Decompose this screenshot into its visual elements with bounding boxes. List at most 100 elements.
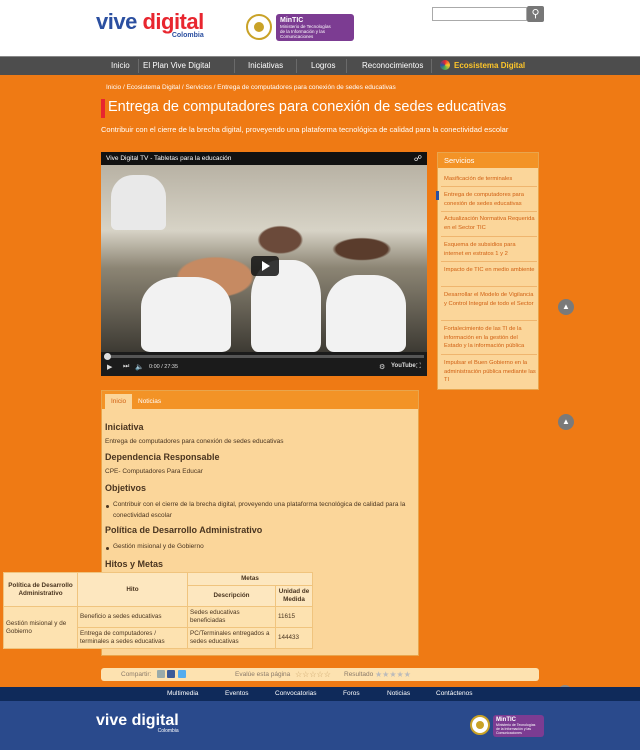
politica-text: Gestión misional y de Gobierno (113, 543, 204, 550)
nav-separator (234, 59, 235, 73)
page-title: Entrega de computadores para conexión de… (108, 99, 507, 115)
video-progress-bar[interactable] (104, 353, 424, 360)
main-nav: Inicio El Plan Vive Digital Iniciativas … (0, 56, 640, 75)
table-cell-descripcion: Sedes educativas beneficiadas (187, 606, 276, 628)
share-rating-bar: Compartir: Evalúe esta página ☆☆☆☆☆ Resu… (101, 668, 539, 681)
footer-link-noticias[interactable]: Noticias (387, 687, 410, 701)
services-item[interactable]: Masificación de terminales (444, 175, 536, 184)
video-time: 0:00 / 27:35 (149, 364, 179, 370)
services-item-active[interactable]: Entrega de computadores para conexión de… (444, 191, 536, 208)
logo-digital: digital (142, 9, 204, 34)
share-icon[interactable]: ☍ (414, 152, 422, 165)
video-player[interactable]: Vive Digital TV - Tabletas para la educa… (101, 152, 427, 376)
search-icon: ⚲ (531, 8, 540, 20)
services-item[interactable]: Actualización Normativa Requerida en el … (444, 215, 536, 232)
vive-digital-logo[interactable]: vive digital Colombia (96, 9, 204, 40)
volume-icon[interactable]: 🔈 (135, 363, 144, 371)
ecosistema-icon (440, 60, 450, 70)
nav-separator (346, 59, 347, 73)
section-heading-iniciativa: Iniciativa (105, 422, 144, 432)
table-cell-hito: Beneficio a sedes educativas (77, 606, 188, 628)
nav-item-ecosistema[interactable]: Ecosistema Digital (440, 57, 525, 75)
nav-separator (431, 59, 432, 73)
hitos-metas-table: Política de Desarrollo Administrativo Hi… (3, 572, 313, 649)
footer-link-contactenos[interactable]: Contáctenos (436, 687, 473, 701)
objetivo-text: Contribuir con el cierre de la brecha di… (113, 501, 406, 519)
nav-item-reconocimientos[interactable]: Reconocimientos (362, 57, 423, 75)
footer-nav: Multimedia Eventos Convocatorias Foros N… (0, 687, 640, 701)
table-cell-descripcion: PC/Terminales entregados a sedes educati… (187, 627, 276, 649)
dependencia-text: CPE- Computadores Para Educar (105, 468, 203, 475)
twitter-icon[interactable] (178, 670, 186, 678)
print-icon[interactable] (157, 670, 165, 678)
services-item[interactable]: Fortalecimiento de las TI de la informac… (444, 325, 536, 351)
video-title[interactable]: Vive Digital TV - Tabletas para la educa… (106, 155, 231, 162)
search-input[interactable] (432, 7, 527, 21)
mintic-badge: MinTIC Ministerio de Tecnologías de la I… (493, 715, 544, 737)
bullet (106, 505, 109, 508)
video-thumbnail[interactable] (101, 165, 427, 352)
fullscreen-icon[interactable]: ⛶ (416, 363, 421, 371)
services-item[interactable]: Esquema de subsidios para internet en es… (444, 241, 536, 258)
arrow-up-icon[interactable]: ▲ (558, 414, 574, 430)
nav-item-plan[interactable]: El Plan Vive Digital (143, 57, 210, 75)
services-divider (441, 186, 537, 187)
nav-item-ecosistema-label: Ecosistema Digital (454, 61, 526, 70)
services-divider (441, 354, 537, 355)
rating-stars-input[interactable]: ☆☆☆☆☆ (295, 668, 331, 681)
table-row: Gestión misional y de Gobierno Beneficio… (3, 606, 313, 649)
nav-item-logros[interactable]: Logros (311, 57, 335, 75)
facebook-icon[interactable] (167, 670, 175, 678)
breadcrumb[interactable]: Inicio / Ecosistema Digital / Servicios … (106, 84, 396, 91)
footer-logo-text: vive digital (96, 712, 179, 729)
table-header-unidad: Unidad de Medida (275, 585, 313, 607)
video-figure (326, 275, 406, 352)
search-button[interactable]: ⚲ (527, 6, 544, 22)
footer-link-multimedia[interactable]: Multimedia (167, 687, 198, 701)
play-icon[interactable] (251, 256, 279, 276)
mintic-badge: MinTIC Ministerio de Tecnologías de la I… (276, 14, 354, 41)
tab-inicio[interactable]: Inicio (105, 394, 133, 409)
services-item[interactable]: Impulsar el Buen Gobierno en la administ… (444, 359, 536, 385)
video-progress-handle[interactable] (104, 353, 111, 360)
youtube-logo[interactable]: YouTube (391, 363, 416, 369)
next-icon[interactable]: ⏭ (123, 363, 129, 371)
iniciativa-text: Entrega de computadores para conexión de… (105, 438, 284, 445)
page-subtitle: Contribuir con el cierre de la brecha di… (101, 125, 509, 134)
arrow-up-icon[interactable]: ▲ (558, 299, 574, 315)
services-divider (441, 286, 537, 287)
settings-icon[interactable]: ⚙ (379, 363, 385, 371)
mintic-name: MinTIC (280, 17, 304, 24)
tab-noticias[interactable]: Noticias (132, 394, 167, 409)
nav-separator (138, 59, 139, 73)
nav-separator (296, 59, 297, 73)
nav-item-iniciativas[interactable]: Iniciativas (248, 57, 283, 75)
services-divider (441, 320, 537, 321)
table-header-hito: Hito (77, 572, 188, 607)
footer-logo[interactable]: vive digital Colombia (96, 712, 179, 735)
table-header-descripcion: Descripción (187, 585, 276, 607)
ministry-logo[interactable]: MinTIC Ministerio de Tecnologías de la I… (246, 14, 354, 41)
play-control-icon[interactable]: ▶ (107, 363, 112, 371)
services-menu: Servicios Masificación de terminales Ent… (436, 152, 539, 390)
nav-item-inicio[interactable]: Inicio (111, 57, 130, 75)
footer-link-foros[interactable]: Foros (343, 687, 360, 701)
share-label: Compartir: (121, 671, 152, 678)
footer-link-convocatorias[interactable]: Convocatorias (275, 687, 317, 701)
title-accent (101, 99, 105, 118)
services-item[interactable]: Desarrollar el Modelo de Vigilancia y Co… (444, 291, 536, 308)
footer-link-eventos[interactable]: Eventos (225, 687, 249, 701)
footer-ministry-logo[interactable]: MinTIC Ministerio de Tecnologías de la I… (470, 715, 544, 737)
services-item[interactable]: Impacto de TIC en medio ambiente (444, 266, 536, 275)
rating-result-stars: ★★★★★ (375, 670, 411, 679)
video-header: Vive Digital TV - Tabletas para la educa… (101, 152, 427, 165)
section-heading-dependencia: Dependencia Responsable (105, 452, 220, 462)
site-footer: vive digital Colombia MinTIC Ministerio … (0, 701, 640, 750)
services-divider (441, 211, 537, 212)
table-header-politica: Política de Desarrollo Administrativo (3, 572, 78, 607)
bullet (106, 547, 109, 550)
mintic-line2: de la Información y las Comunicaciones (280, 29, 326, 39)
services-divider (441, 236, 537, 237)
video-controls: ▶ ⏭ 🔈 0:00 / 27:35 ⚙ YouTube ⛶ (101, 352, 427, 376)
tab-bar: Inicio Noticias (102, 391, 418, 409)
